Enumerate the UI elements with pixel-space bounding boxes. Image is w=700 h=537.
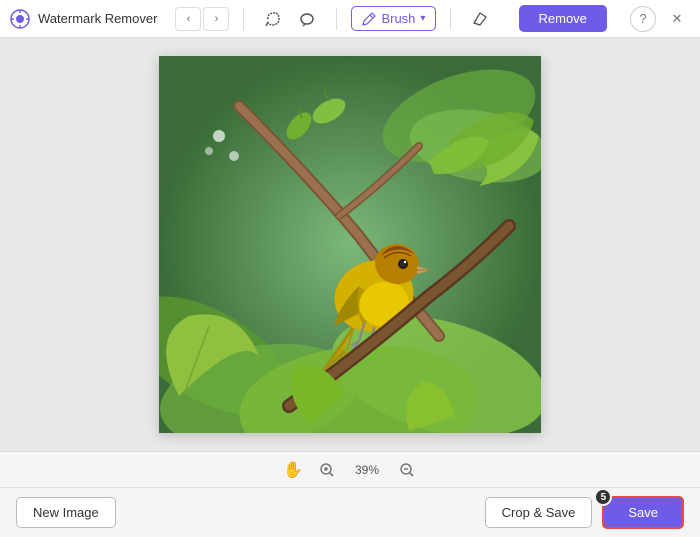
- image-container: [159, 56, 541, 433]
- zoom-in-button[interactable]: [315, 458, 339, 482]
- pan-tool-button[interactable]: ✋: [281, 458, 305, 482]
- toolbar-tools: [258, 5, 322, 33]
- save-button-wrapper: 5 Save: [602, 496, 684, 529]
- nav-forward-button[interactable]: ›: [203, 7, 229, 31]
- zoom-in-icon: [320, 463, 334, 477]
- polygon-lasso-icon: [299, 11, 315, 27]
- nav-back-button[interactable]: ‹: [175, 7, 201, 31]
- brush-label: Brush: [381, 11, 415, 26]
- title-bar: Watermark Remover ‹ ›: [0, 0, 700, 38]
- zoom-level: 39%: [349, 463, 385, 477]
- eraser-icon: [472, 11, 488, 27]
- brush-icon: [362, 12, 376, 26]
- eraser-tool-button[interactable]: [465, 5, 495, 33]
- separator-2: [336, 8, 337, 30]
- nav-buttons: ‹ ›: [175, 7, 229, 31]
- brush-tool-button[interactable]: Brush ▾: [351, 6, 436, 31]
- title-left: Watermark Remover ‹ ›: [10, 5, 495, 33]
- zoom-bar: ✋ 39%: [0, 451, 700, 487]
- zoom-out-button[interactable]: [395, 458, 419, 482]
- footer-right: Crop & Save 5 Save: [485, 496, 684, 529]
- title-right: ? ✕: [630, 6, 690, 32]
- lasso-tool-button[interactable]: [258, 5, 288, 33]
- separator-3: [450, 8, 451, 30]
- close-button[interactable]: ✕: [664, 6, 690, 32]
- crop-save-button[interactable]: Crop & Save: [485, 497, 593, 528]
- zoom-out-icon: [400, 463, 414, 477]
- brush-dropdown-icon: ▾: [420, 13, 425, 24]
- help-button[interactable]: ?: [630, 6, 656, 32]
- app-title: Watermark Remover: [38, 11, 157, 26]
- canvas-area: [0, 38, 700, 451]
- new-image-button[interactable]: New Image: [16, 497, 116, 528]
- app-logo: [10, 9, 30, 29]
- remove-button[interactable]: Remove: [519, 5, 607, 32]
- bird-image: [159, 56, 541, 433]
- pan-icon: ✋: [283, 460, 303, 480]
- footer: New Image Crop & Save 5 Save: [0, 487, 700, 537]
- lasso-icon: [265, 11, 281, 27]
- separator-1: [243, 8, 244, 30]
- save-button[interactable]: Save: [602, 496, 684, 529]
- lasso2-tool-button[interactable]: [292, 5, 322, 33]
